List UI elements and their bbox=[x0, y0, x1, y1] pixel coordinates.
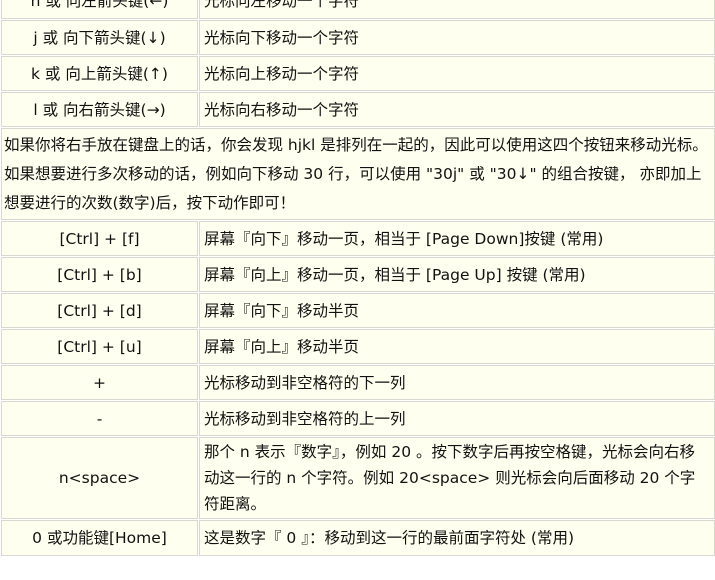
key-cell: j 或 向下箭头键(↓) bbox=[1, 20, 198, 55]
key-cell: k 或 向上箭头键(↑) bbox=[1, 56, 198, 91]
table-row: + 光标移动到非空格符的下一列 bbox=[1, 365, 715, 400]
table-row: [Ctrl] + [d] 屏幕『向下』移动半页 bbox=[1, 293, 715, 328]
page: h 或 向左箭头键(←) 光标向左移动一个字符 j 或 向下箭头键(↓) 光标向… bbox=[0, 0, 715, 580]
table-row: [Ctrl] + [b] 屏幕『向上』移动一页，相当于 [Page Up] 按键… bbox=[1, 257, 715, 292]
key-cell: [Ctrl] + [f] bbox=[1, 221, 198, 256]
table-row: [Ctrl] + [f] 屏幕『向下』移动一页，相当于 [Page Down]按… bbox=[1, 221, 715, 256]
description-cell: 光标向左移动一个字符 bbox=[199, 0, 715, 19]
key-cell: + bbox=[1, 365, 198, 400]
description-cell: 光标向下移动一个字符 bbox=[199, 20, 715, 55]
key-cell: h 或 向左箭头键(←) bbox=[1, 0, 198, 19]
key-cell: [Ctrl] + [b] bbox=[1, 257, 198, 292]
table-row: k 或 向上箭头键(↑) 光标向上移动一个字符 bbox=[1, 56, 715, 91]
key-cell: [Ctrl] + [u] bbox=[1, 329, 198, 364]
description-cell: 光标移动到非空格符的上一列 bbox=[199, 401, 715, 436]
table-row: 0 或功能键[Home] 这是数字『 0 』：移动到这一行的最前面字符处 (常用… bbox=[1, 520, 715, 556]
description-cell: 屏幕『向上』移动半页 bbox=[199, 329, 715, 364]
note-cell: 如果你将右手放在键盘上的话，你会发现 hjkl 是排列在一起的，因此可以使用这四… bbox=[1, 128, 715, 220]
table-row-note: 如果你将右手放在键盘上的话，你会发现 hjkl 是排列在一起的，因此可以使用这四… bbox=[1, 128, 715, 220]
key-cell: n<space> bbox=[1, 437, 198, 519]
description-cell: 屏幕『向上』移动一页，相当于 [Page Up] 按键 (常用) bbox=[199, 257, 715, 292]
description-cell: 屏幕『向下』移动半页 bbox=[199, 293, 715, 328]
key-cell: [Ctrl] + [d] bbox=[1, 293, 198, 328]
table-row: h 或 向左箭头键(←) 光标向左移动一个字符 bbox=[1, 0, 715, 19]
table-row: j 或 向下箭头键(↓) 光标向下移动一个字符 bbox=[1, 20, 715, 55]
table-row: - 光标移动到非空格符的上一列 bbox=[1, 401, 715, 436]
table-row: n<space> 那个 n 表示『数字』，例如 20 。按下数字后再按空格键，光… bbox=[1, 437, 715, 519]
description-cell: 光标移动到非空格符的下一列 bbox=[199, 365, 715, 400]
description-cell: 这是数字『 0 』：移动到这一行的最前面字符处 (常用) bbox=[199, 520, 715, 556]
description-cell: 那个 n 表示『数字』，例如 20 。按下数字后再按空格键，光标会向右移动这一行… bbox=[199, 437, 715, 519]
table-row: [Ctrl] + [u] 屏幕『向上』移动半页 bbox=[1, 329, 715, 364]
vim-cursor-movement-table: h 或 向左箭头键(←) 光标向左移动一个字符 j 或 向下箭头键(↓) 光标向… bbox=[0, 0, 715, 557]
key-cell: 0 或功能键[Home] bbox=[1, 520, 198, 556]
key-cell: - bbox=[1, 401, 198, 436]
key-cell: l 或 向右箭头键(→) bbox=[1, 92, 198, 127]
description-cell: 光标向上移动一个字符 bbox=[199, 56, 715, 91]
description-cell: 光标向右移动一个字符 bbox=[199, 92, 715, 127]
description-cell: 屏幕『向下』移动一页，相当于 [Page Down]按键 (常用) bbox=[199, 221, 715, 256]
table-row: l 或 向右箭头键(→) 光标向右移动一个字符 bbox=[1, 92, 715, 127]
